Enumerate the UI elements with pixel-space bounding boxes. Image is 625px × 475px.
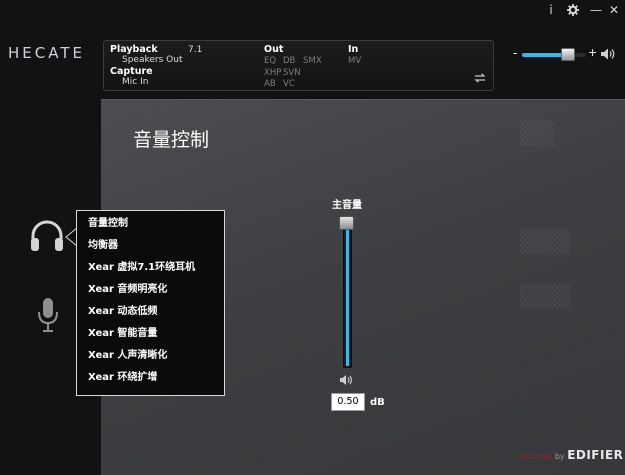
hecate-logo: HECATE (8, 44, 85, 62)
master-volume-slider[interactable] (343, 218, 352, 368)
master-volume-fill (346, 223, 349, 366)
master-volume-value-input[interactable]: 0.50 (331, 393, 365, 411)
out-tag: EQ (264, 56, 277, 66)
speaker-small-icon (340, 375, 352, 385)
menu-item-voice-clarity[interactable]: Xear 人声清晰化 (88, 346, 222, 366)
swap-icon (474, 73, 486, 83)
top-volume-knob[interactable] (561, 48, 575, 61)
microphone-icon[interactable] (37, 297, 59, 333)
out-tag: SVN (283, 68, 301, 78)
top-volume-slider[interactable] (522, 53, 586, 57)
brand-name: EDIFIER (567, 448, 624, 462)
swap-button[interactable] (473, 73, 487, 85)
speaker-icon[interactable] (600, 47, 616, 61)
volume-plus[interactable]: + (588, 46, 597, 59)
menu-item-equalizer[interactable]: 均衡器 (88, 236, 222, 256)
info-button[interactable]: i (543, 2, 559, 18)
out-tag: XHP (264, 68, 282, 78)
settings-button[interactable] (565, 2, 581, 18)
playback-device: Speakers Out (122, 55, 183, 65)
menu-item-volume-control[interactable]: 音量控制 (88, 214, 222, 234)
menu-item-audio-brightening[interactable]: Xear 音频明亮化 (88, 280, 222, 300)
headphones-icon[interactable] (29, 219, 65, 253)
out-tag: DB (283, 56, 296, 66)
menu-item-surround-expansion[interactable]: Xear 环绕扩增 (88, 368, 222, 388)
capture-device: Mic In (122, 77, 149, 87)
menu-item-smart-volume[interactable]: Xear 智能音量 (88, 324, 222, 344)
close-button[interactable]: ✕ (606, 2, 622, 18)
out-tag: AB (264, 79, 276, 89)
minimize-button[interactable]: — (588, 2, 604, 18)
channel-mode: 7.1 (188, 45, 203, 55)
background-ghost: ▒▒▒ (520, 230, 571, 255)
background-ghost: ▒▒ (520, 122, 554, 147)
master-volume-unit: dB (370, 397, 385, 408)
menu-item-dynamic-bass[interactable]: Xear 动态低频 (88, 302, 222, 322)
in-tag: MV (348, 56, 362, 66)
menu-item-virtual-71[interactable]: Xear 虚拟7.1环绕耳机 (88, 258, 222, 278)
feature-menu: 音量控制 均衡器 Xear 虚拟7.1环绕耳机 Xear 音频明亮化 Xear … (76, 210, 225, 396)
in-label: In (348, 44, 359, 55)
status-panel: Playback 7.1 Speakers Out Capture Mic In… (103, 40, 494, 91)
brand-prefix: Dolmpia (519, 452, 553, 461)
master-volume-knob[interactable] (339, 216, 354, 230)
background-ghost: ▒▒▒ (520, 285, 571, 310)
out-tag: VC (283, 79, 295, 89)
out-label: Out (264, 44, 284, 55)
volume-minus[interactable]: - (513, 46, 517, 60)
out-tag: SMX (303, 56, 322, 66)
capture-label: Capture (110, 66, 153, 77)
gear-icon (567, 4, 579, 16)
master-volume-label: 主音量 (332, 200, 362, 211)
brand-by: by (552, 452, 568, 461)
playback-label: Playback (110, 44, 158, 55)
brand-logo: Dolmpia by EDIFIER (519, 448, 623, 462)
page-title: 音量控制 (133, 129, 210, 151)
